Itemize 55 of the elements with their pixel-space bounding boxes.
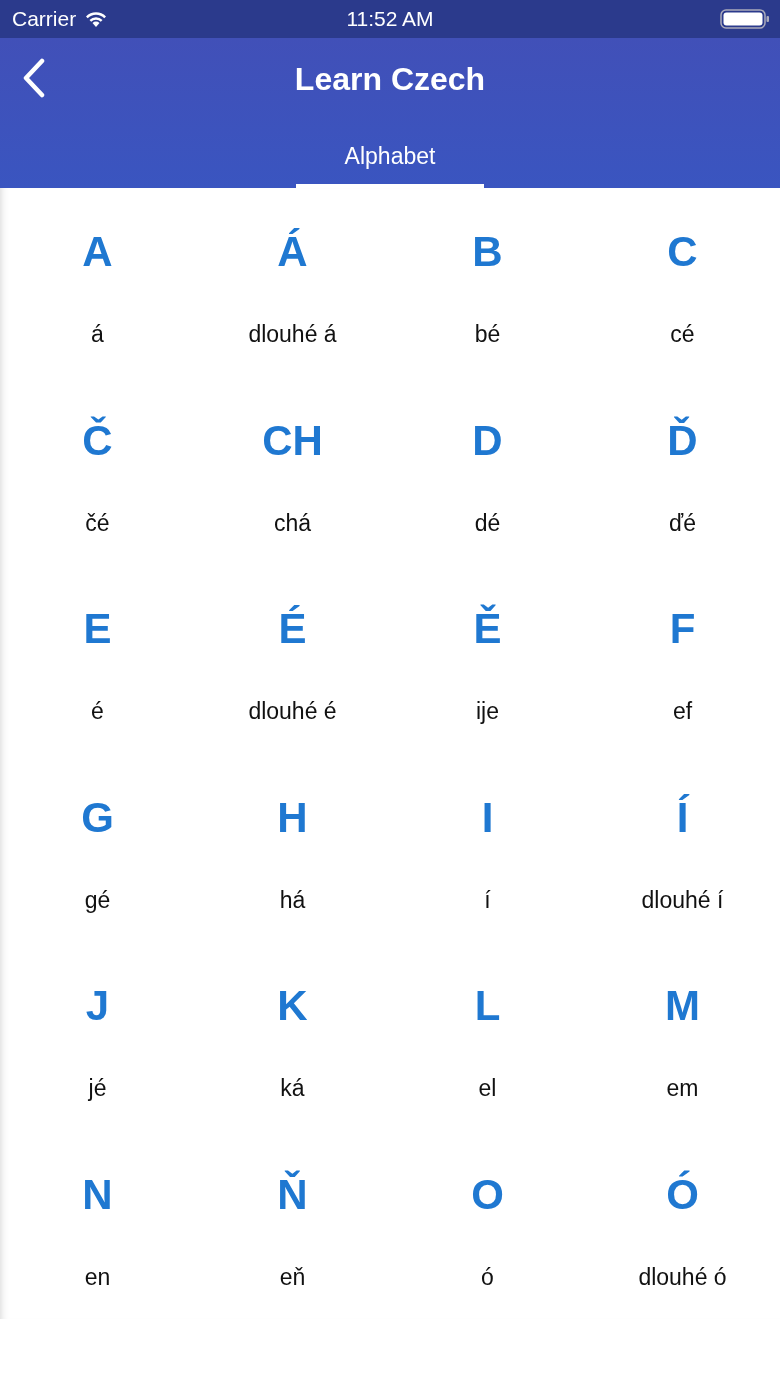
letter-label[interactable]: Ó xyxy=(666,1170,699,1219)
letter-label[interactable]: Ň xyxy=(277,1170,308,1219)
wifi-icon xyxy=(84,10,109,28)
letter-label[interactable]: A xyxy=(82,228,113,276)
letter-name: í xyxy=(484,885,491,914)
back-button[interactable] xyxy=(22,58,46,98)
letter-name: ká xyxy=(280,1074,305,1102)
letter-name: ef xyxy=(672,697,693,725)
letter-name: el xyxy=(478,1074,497,1102)
letter-name: dlouhé é xyxy=(248,697,337,725)
letter-name: há xyxy=(279,885,306,914)
battery-icon xyxy=(720,8,770,30)
letter-label[interactable]: C xyxy=(667,228,698,276)
letter-label[interactable]: H xyxy=(277,793,308,842)
letter-name: em xyxy=(666,1074,699,1102)
letter-label[interactable]: É xyxy=(278,605,307,653)
letter-name: bé xyxy=(474,320,501,348)
letter-label[interactable]: J xyxy=(85,982,110,1030)
letter-name: eň xyxy=(279,1262,306,1291)
letter-name: dlouhé á xyxy=(248,320,337,348)
letter-label[interactable]: Ď xyxy=(667,416,698,465)
letter-label[interactable]: O xyxy=(471,1170,504,1219)
letter-label[interactable]: N xyxy=(82,1170,113,1219)
tab[interactable]: Alphabet xyxy=(296,120,484,188)
letter-name: ó xyxy=(481,1262,494,1291)
letter-name: ďé xyxy=(669,508,696,537)
letter-label[interactable]: K xyxy=(277,982,308,1030)
letter-label[interactable]: Č xyxy=(82,416,113,465)
letter-name: á xyxy=(91,320,104,348)
letter-label[interactable]: D xyxy=(472,416,503,465)
screen-title: Learn Czech xyxy=(294,60,486,98)
letter-name: en xyxy=(84,1262,111,1291)
letter-label[interactable]: E xyxy=(83,605,112,653)
letter-label[interactable]: Á xyxy=(277,228,308,276)
letter-name: dé xyxy=(474,508,501,537)
letter-label[interactable]: M xyxy=(665,982,700,1030)
letter-name: ije xyxy=(476,697,499,725)
letter-label[interactable]: Ě xyxy=(473,605,502,653)
letter-name: gé xyxy=(84,885,111,914)
clock-time: 11:52 AM xyxy=(346,7,434,31)
letter-name: čé xyxy=(85,508,110,537)
letter-name: cé xyxy=(670,320,695,348)
letter-label[interactable]: I xyxy=(481,793,494,842)
carrier-label: Carrier xyxy=(12,7,77,31)
letter-label[interactable]: CH xyxy=(262,416,323,465)
letter-name: dlouhé ó xyxy=(638,1262,727,1291)
letter-name: é xyxy=(91,697,104,725)
letter-label[interactable]: Í xyxy=(676,793,689,842)
letter-name: dlouhé í xyxy=(641,885,724,914)
letter-label[interactable]: B xyxy=(472,228,503,276)
letter-label[interactable]: G xyxy=(81,793,114,842)
letter-name: chá xyxy=(273,508,312,537)
letter-name: jé xyxy=(88,1074,107,1102)
letter-label[interactable]: L xyxy=(474,982,501,1030)
letter-label[interactable]: F xyxy=(669,605,696,653)
